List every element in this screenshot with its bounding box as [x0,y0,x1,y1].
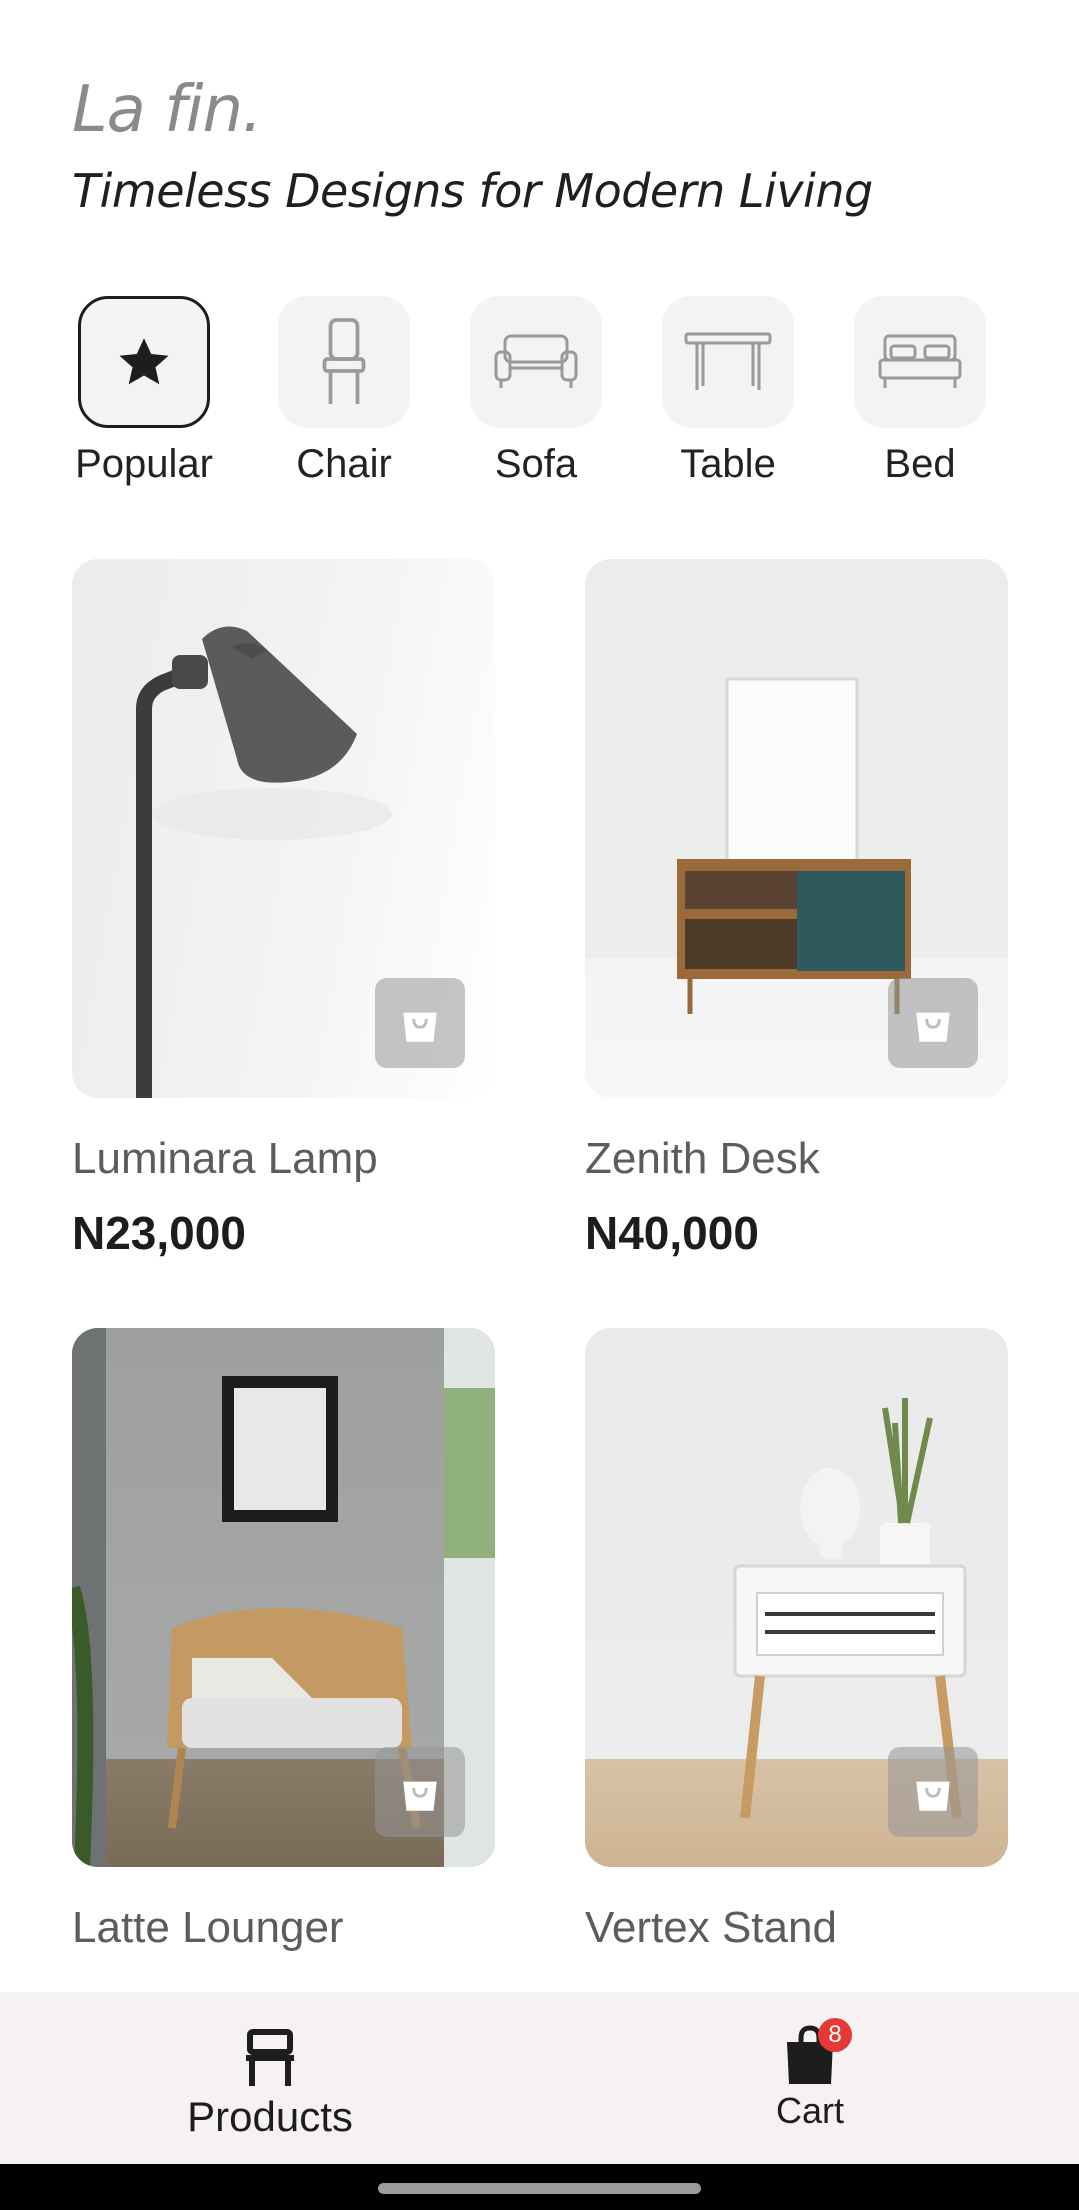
category-table[interactable]: Table [638,296,818,487]
shopping-bag-icon [916,1781,950,1811]
product-card[interactable]: Zenith Desk N40,000 [585,559,1008,1260]
product-card[interactable]: Luminara Lamp N23,000 [72,559,495,1260]
product-card[interactable]: Latte Lounger [72,1328,495,1953]
category-label: Chair [296,442,392,486]
product-price: N23,000 [72,1207,246,1259]
product-name: Latte Lounger [72,1903,344,1952]
home-indicator[interactable] [378,2183,701,2194]
category-label: Sofa [494,442,578,486]
nav-cart-label: Cart [775,2090,844,2131]
category-popular-tile[interactable] [78,296,210,428]
shopping-bag-icon [916,1012,950,1042]
products-icon [246,2029,294,2086]
shopping-bag-icon [403,1781,437,1811]
tagline: Timeless Designs for Modern Living [72,164,873,218]
product-image[interactable] [72,1328,495,1867]
category-chair[interactable]: Chair [254,296,434,487]
header: La fin. Timeless Designs for Modern Livi… [72,78,873,218]
category-label: Bed [884,442,956,486]
cart-count-badge: 8 [818,2018,852,2052]
add-to-cart-button[interactable] [375,1747,465,1837]
product-name: Luminara Lamp [72,1134,378,1183]
category-chair-tile[interactable] [278,296,410,428]
chair-icon [322,318,366,404]
shopping-bag-icon [403,1012,437,1042]
add-to-cart-button[interactable] [888,1747,978,1837]
category-bed[interactable]: Bed [830,296,1010,487]
add-to-cart-button[interactable] [888,978,978,1068]
category-bar: Popular Chair Sofa Table Bed [0,296,1079,496]
product-name: Zenith Desk [585,1134,820,1183]
bed-icon [878,334,962,388]
category-popular[interactable]: Popular [54,296,234,487]
product-image[interactable] [72,559,495,1098]
category-label: Table [680,442,776,486]
category-sofa-tile[interactable] [470,296,602,428]
product-name: Vertex Stand [585,1903,837,1952]
nav-cart[interactable]: 8 Cart [740,1992,880,2164]
add-to-cart-button[interactable] [375,978,465,1068]
category-table-tile[interactable] [662,296,794,428]
nav-products[interactable]: Products [170,1992,370,2164]
brand-title: La fin. [72,73,262,147]
product-price: N40,000 [585,1207,759,1259]
category-sofa[interactable]: Sofa [446,296,626,487]
nav-products-label: Products [187,2093,353,2140]
sofa-icon [494,334,578,388]
bottom-navigation: Products 8 Cart [0,1992,1079,2164]
product-image[interactable] [585,559,1008,1098]
category-label: Popular [75,442,213,486]
category-bed-tile[interactable] [854,296,986,428]
product-card[interactable]: Vertex Stand [585,1328,1008,1953]
star-icon [119,338,169,385]
table-icon [684,332,772,390]
product-image[interactable] [585,1328,1008,1867]
